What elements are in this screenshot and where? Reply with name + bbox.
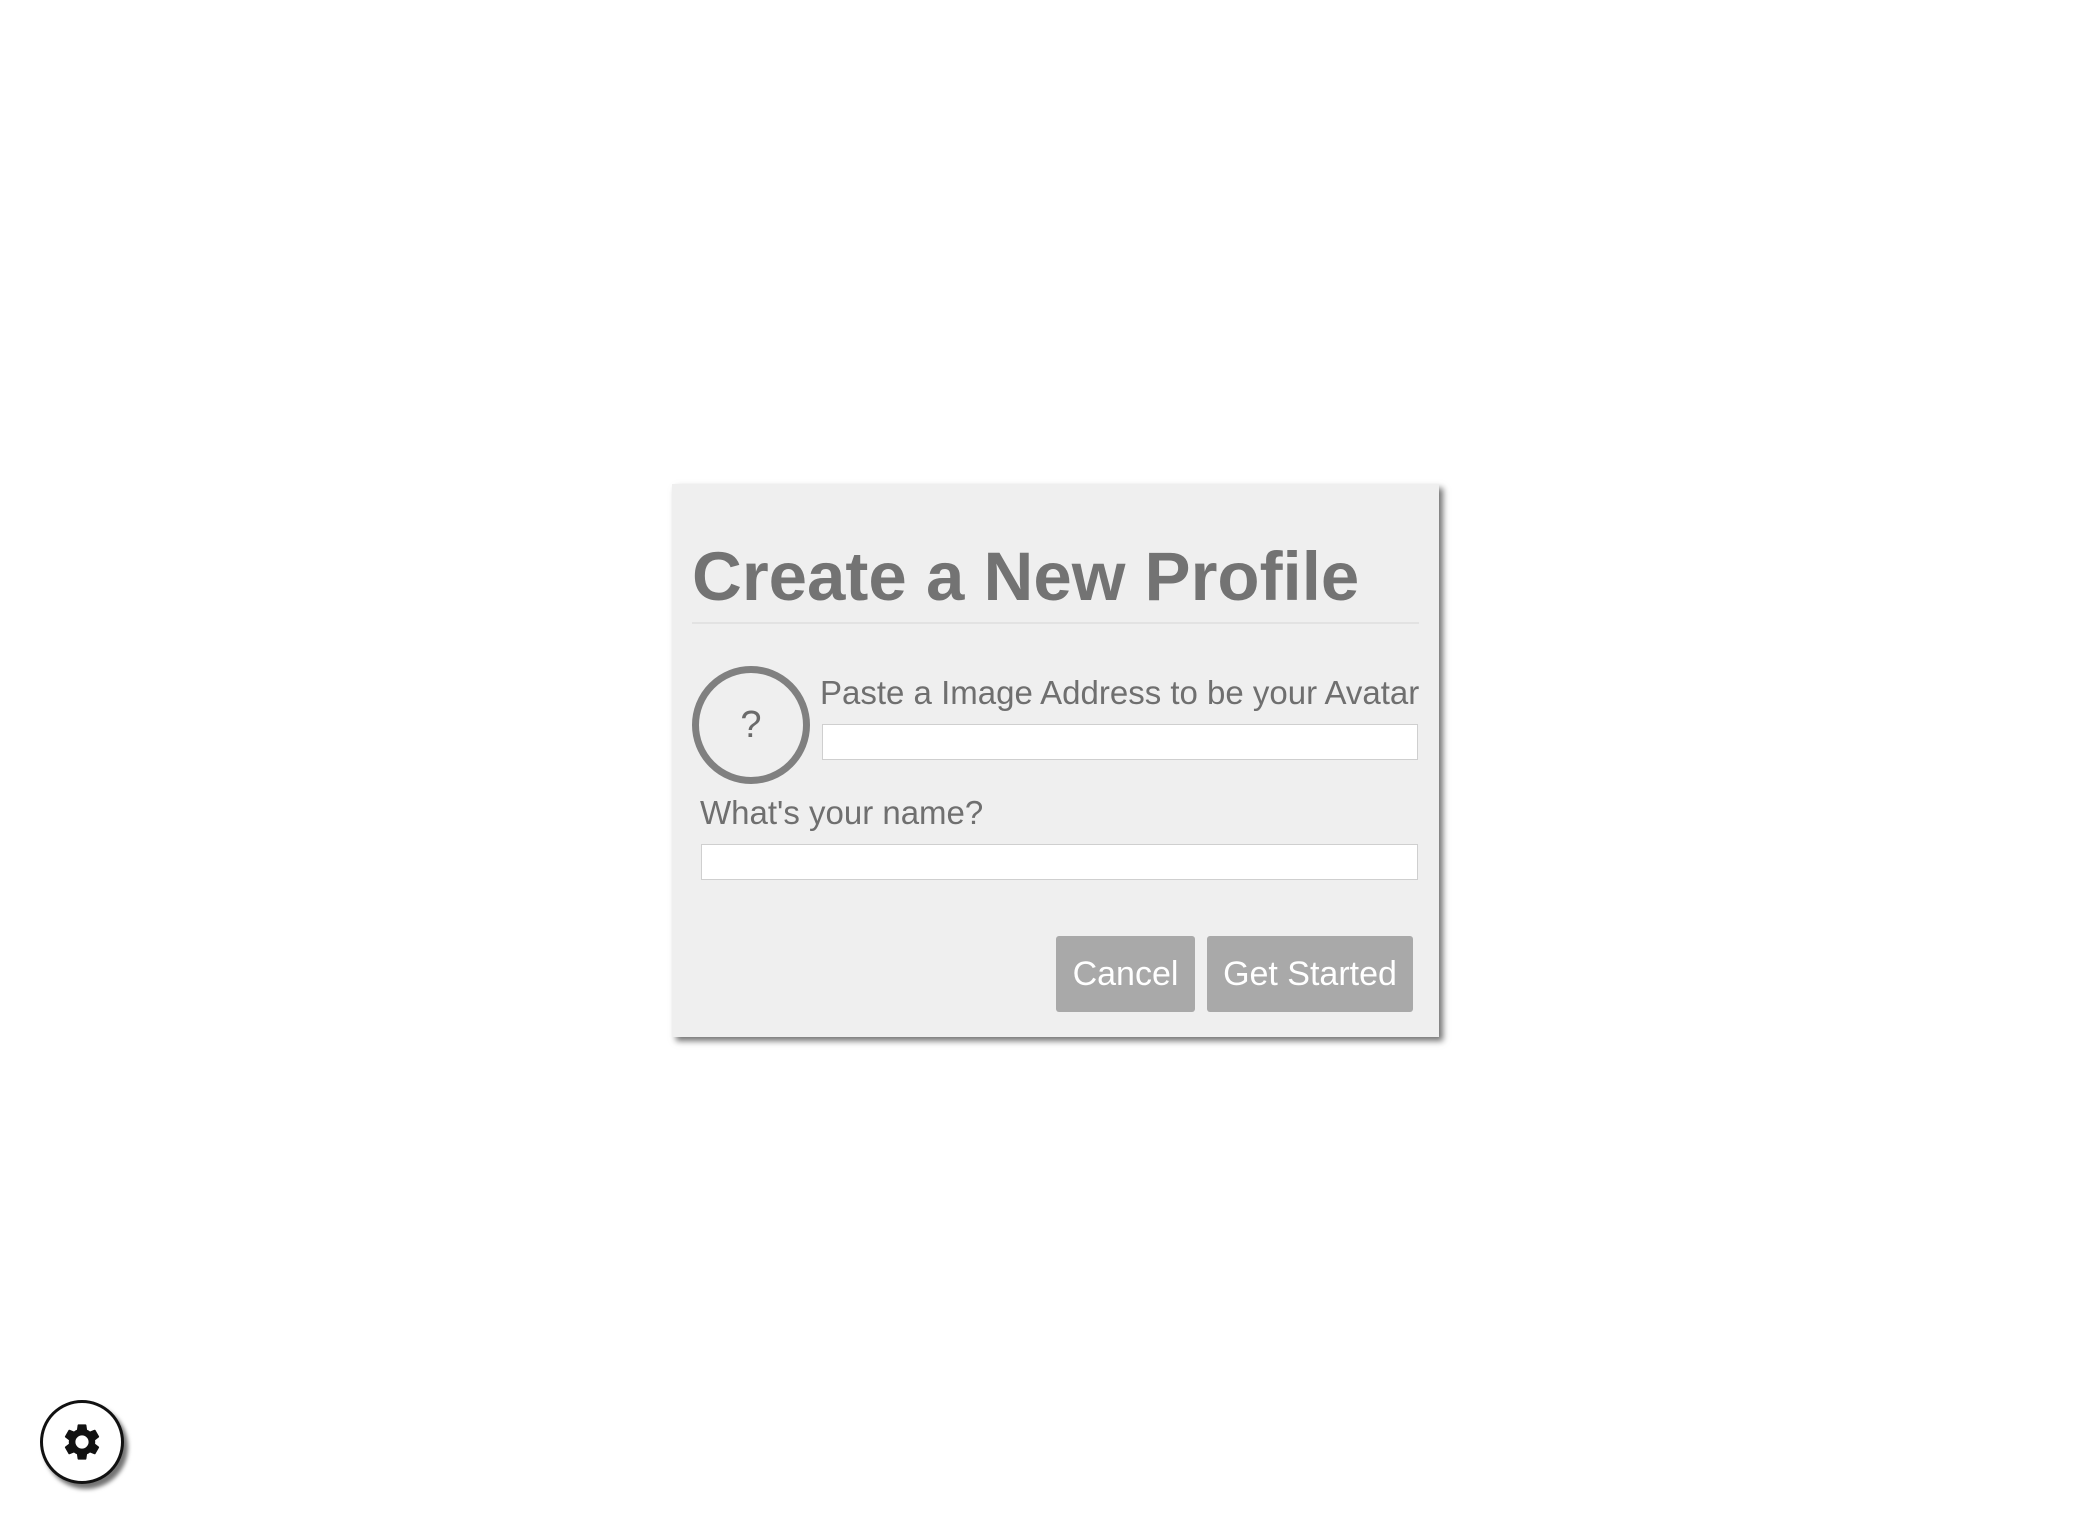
- avatar-preview: ?: [692, 666, 810, 784]
- cancel-button[interactable]: Cancel: [1056, 936, 1195, 1012]
- name-label: What's your name?: [700, 794, 984, 831]
- get-started-button[interactable]: Get Started: [1207, 936, 1413, 1012]
- avatar-url-label: Paste a Image Address to be your Avatar: [820, 674, 1420, 711]
- avatar-placeholder-glyph: ?: [740, 703, 762, 746]
- title-divider: [692, 622, 1419, 624]
- dialog-title: Create a New Profile: [692, 538, 1360, 615]
- create-profile-dialog: Create a New Profile ? Paste a Image Add…: [672, 484, 1439, 1037]
- gear-icon: [64, 1424, 100, 1460]
- avatar-url-input[interactable]: [822, 724, 1418, 760]
- name-input[interactable]: [701, 844, 1418, 880]
- settings-button[interactable]: [40, 1400, 124, 1484]
- page: Create a New Profile ? Paste a Image Add…: [0, 0, 2100, 1518]
